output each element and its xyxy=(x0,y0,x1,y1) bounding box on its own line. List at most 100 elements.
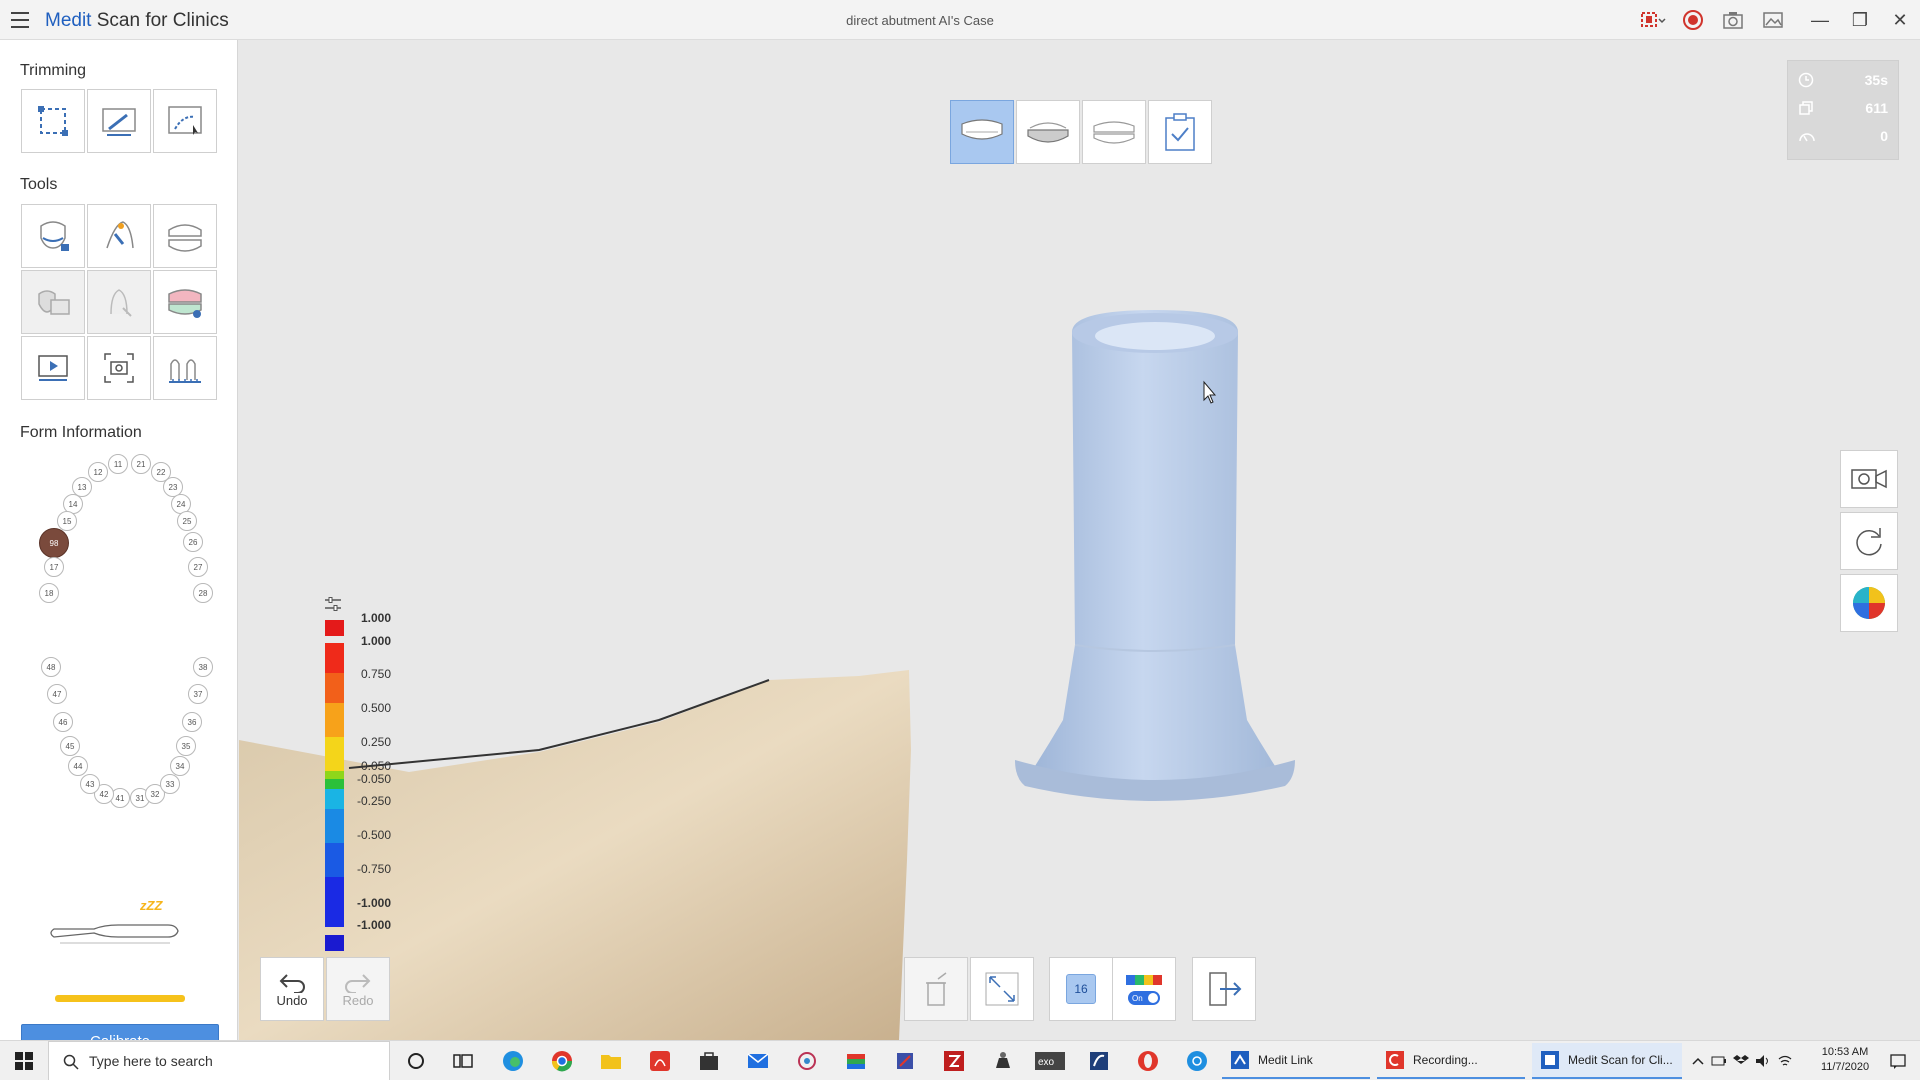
recording-app-icon xyxy=(1386,1051,1404,1069)
tooth-44[interactable]: 44 xyxy=(68,756,88,776)
stage-occlusion-button[interactable] xyxy=(1082,100,1146,164)
task-view-icon[interactable] xyxy=(443,1045,483,1077)
books-icon[interactable] xyxy=(836,1045,876,1077)
app-icon-2[interactable] xyxy=(1079,1045,1119,1077)
occlusion-analysis-button[interactable] xyxy=(153,270,217,334)
store-icon[interactable] xyxy=(689,1045,729,1077)
volume-icon[interactable] xyxy=(1752,1045,1774,1077)
trim-selection-button[interactable] xyxy=(21,89,85,153)
measure-tool-button[interactable] xyxy=(153,336,217,400)
notifications-icon[interactable] xyxy=(1880,1045,1916,1077)
filezilla-icon[interactable] xyxy=(934,1045,974,1077)
taskbar-search-box[interactable]: Type here to search xyxy=(48,1041,390,1080)
tooth-45[interactable]: 45 xyxy=(60,736,80,756)
exocad-icon[interactable]: exo xyxy=(1030,1045,1070,1077)
chrome-icon[interactable] xyxy=(542,1045,582,1077)
tooth-21[interactable]: 21 xyxy=(131,454,151,474)
dropbox-icon[interactable] xyxy=(1730,1045,1752,1077)
taskbar-app-recording[interactable]: Recording... xyxy=(1377,1043,1525,1079)
tooth-37[interactable]: 37 xyxy=(188,684,208,704)
tooth-25[interactable]: 25 xyxy=(177,511,197,531)
jaw-alignment-button[interactable] xyxy=(153,204,217,268)
tooth-28[interactable]: 28 xyxy=(193,583,213,603)
stage-maxilla-button[interactable] xyxy=(950,100,1014,164)
reset-view-button[interactable] xyxy=(1840,512,1898,570)
battery-icon[interactable] xyxy=(1708,1045,1730,1077)
minimize-icon[interactable]: — xyxy=(1800,4,1840,36)
video-playback-button[interactable] xyxy=(21,336,85,400)
shortcut-number-button[interactable]: 16 xyxy=(1049,957,1113,1021)
screen-record-region-icon[interactable] xyxy=(1638,6,1668,34)
tooth-17[interactable]: 17 xyxy=(44,557,64,577)
restore-icon[interactable]: ❐ xyxy=(1840,4,1880,36)
tooth-33[interactable]: 33 xyxy=(160,774,180,794)
sleep-indicator: zZZ xyxy=(140,898,163,913)
tooth-12[interactable]: 12 xyxy=(88,462,108,482)
expand-arrows-icon xyxy=(985,972,1019,1006)
opera-icon[interactable] xyxy=(1128,1045,1168,1077)
3d-viewport[interactable]: 1.000 1.000 0.750 0.500 0.250 0.050 -0.0… xyxy=(239,40,1920,1040)
taskbar-app-medit-link[interactable]: Medit Link xyxy=(1222,1043,1370,1079)
trim-brush-button[interactable] xyxy=(87,89,151,153)
taskbar-app-medit-scan[interactable]: Medit Scan for Cli... xyxy=(1532,1043,1682,1079)
tooth-35[interactable]: 35 xyxy=(176,736,196,756)
deviation-map-toggle[interactable]: On xyxy=(1112,957,1176,1021)
tooth-15[interactable]: 15 xyxy=(57,511,77,531)
tooth-48[interactable]: 48 xyxy=(41,657,61,677)
margin-line-button[interactable] xyxy=(87,270,151,334)
toggle-on-label: On xyxy=(1132,993,1143,1003)
video-record-button[interactable] xyxy=(1840,450,1898,508)
undo-button[interactable]: Undo xyxy=(260,957,324,1021)
network-app-icon[interactable] xyxy=(1177,1045,1217,1077)
undo-icon xyxy=(279,973,305,993)
tooth-compare-icon xyxy=(38,290,70,315)
tooth-47[interactable]: 47 xyxy=(47,684,67,704)
cortana-icon[interactable] xyxy=(396,1045,436,1077)
close-icon[interactable]: ✕ xyxy=(1880,4,1920,36)
toggle-switch[interactable]: On xyxy=(1128,991,1160,1005)
fit-view-button[interactable] xyxy=(970,957,1034,1021)
exit-scan-button[interactable] xyxy=(1192,957,1256,1021)
taskbar-clock[interactable]: 10:53 AM 11/7/2020 xyxy=(1810,1045,1880,1075)
erase-tool-button[interactable] xyxy=(904,957,968,1021)
trim-lasso-button[interactable] xyxy=(153,89,217,153)
windows-start-button[interactable] xyxy=(0,1041,48,1080)
select-area-icon xyxy=(38,106,68,136)
wifi-icon[interactable] xyxy=(1774,1045,1796,1077)
clock-date: 11/7/2020 xyxy=(1820,1061,1870,1073)
tooth-36[interactable]: 36 xyxy=(182,712,202,732)
tooth-34[interactable]: 34 xyxy=(170,756,190,776)
tooth-11[interactable]: 11 xyxy=(108,454,128,474)
camera-icon[interactable] xyxy=(1718,6,1748,34)
color-bar-label: -1.000 xyxy=(357,918,392,932)
compare-tool-button[interactable] xyxy=(21,270,85,334)
tooth-27[interactable]: 27 xyxy=(188,557,208,577)
tooth-43[interactable]: 43 xyxy=(80,774,100,794)
mail-icon[interactable] xyxy=(738,1045,778,1077)
gallery-icon[interactable] xyxy=(1758,6,1788,34)
color-mode-button[interactable] xyxy=(1840,574,1898,632)
stage-complete-button[interactable] xyxy=(1148,100,1212,164)
tooth-98-selected[interactable]: 98 xyxy=(39,528,69,558)
stage-mandible-button[interactable] xyxy=(1016,100,1080,164)
screenshot-button[interactable] xyxy=(87,336,151,400)
show-hidden-icons-icon[interactable] xyxy=(1688,1045,1708,1077)
scanner-app-icon[interactable] xyxy=(983,1045,1023,1077)
redo-button[interactable]: Redo xyxy=(326,957,390,1021)
acrobat-icon[interactable] xyxy=(640,1045,680,1077)
record-icon[interactable] xyxy=(1678,6,1708,34)
edge-icon[interactable] xyxy=(493,1045,533,1077)
file-explorer-icon[interactable] xyxy=(591,1045,631,1077)
tooth-26[interactable]: 26 xyxy=(183,532,203,552)
color-map-settings-icon[interactable] xyxy=(323,594,343,614)
filter-tool-button[interactable] xyxy=(87,204,151,268)
color-bar-label: 0.250 xyxy=(361,735,392,749)
tool-app-icon[interactable] xyxy=(885,1045,925,1077)
color-bar-label: -1.000 xyxy=(357,896,392,910)
tooth-46[interactable]: 46 xyxy=(53,712,73,732)
tooth-38[interactable]: 38 xyxy=(193,657,213,677)
scanner-icon xyxy=(50,924,179,944)
app-icon[interactable] xyxy=(787,1045,827,1077)
tooth-18[interactable]: 18 xyxy=(39,583,59,603)
lock-area-button[interactable] xyxy=(21,204,85,268)
